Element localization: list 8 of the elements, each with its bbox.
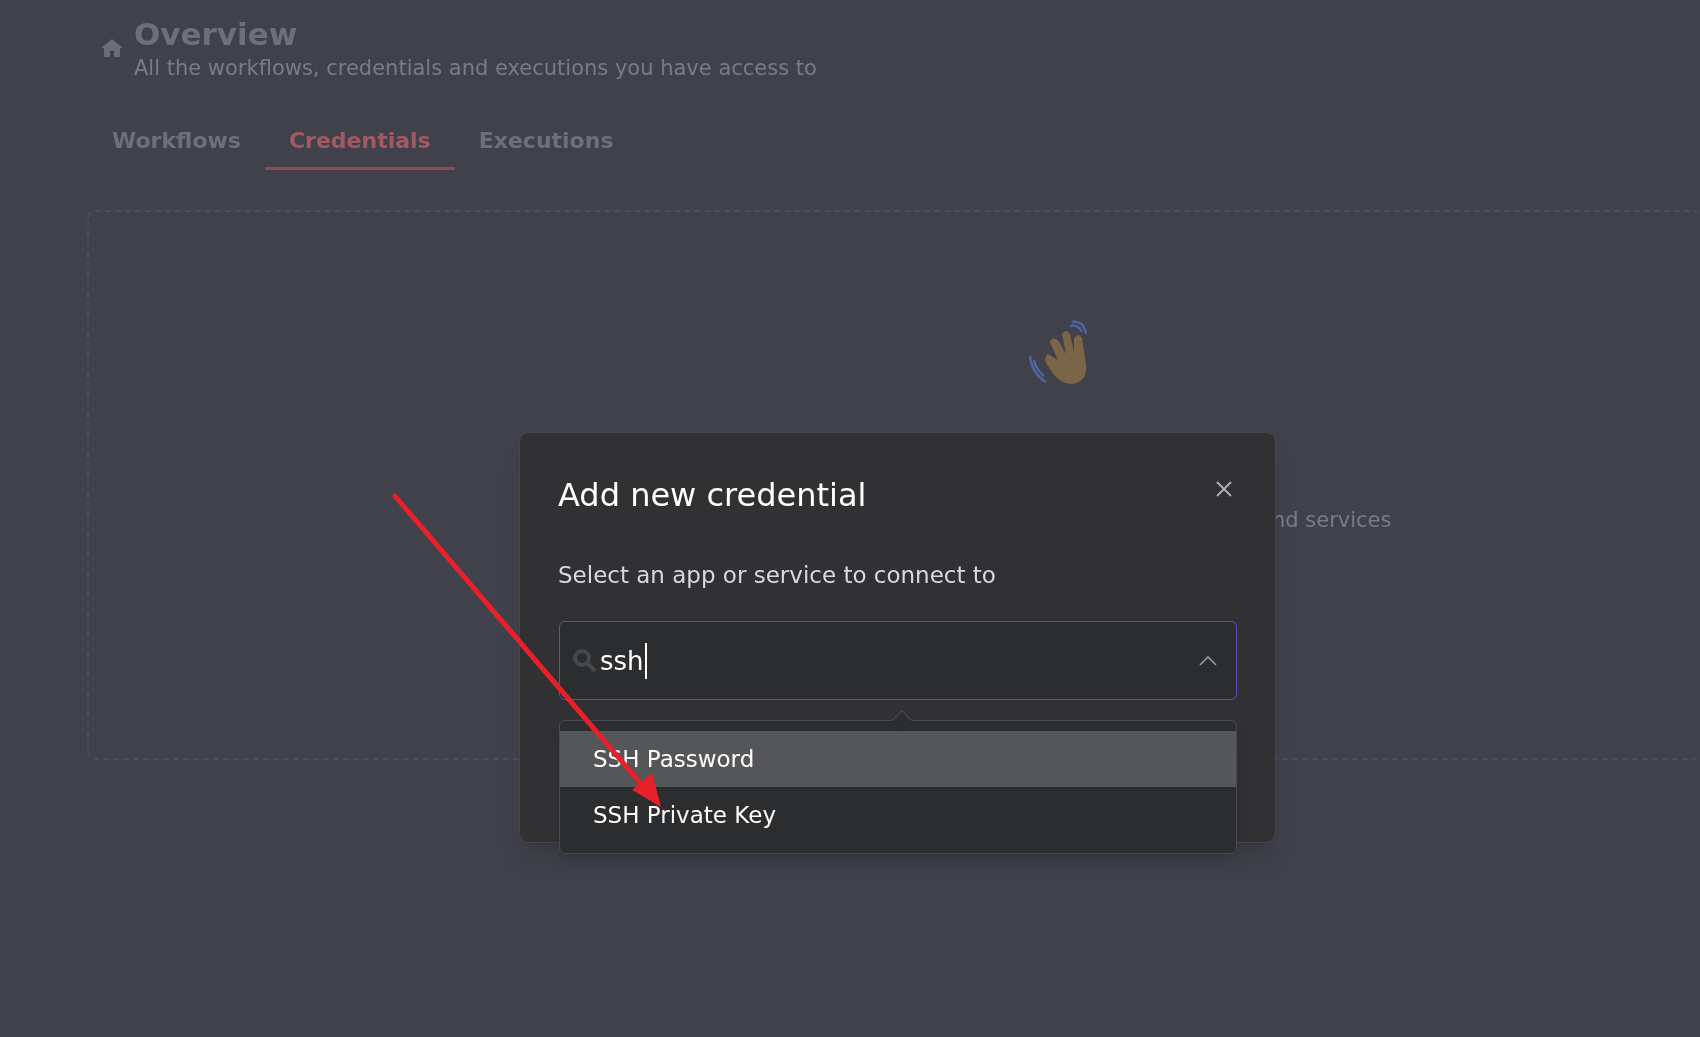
dialog-title: Add new credential [558, 475, 867, 516]
search-icon [572, 647, 598, 674]
home-icon [100, 38, 124, 58]
search-field[interactable]: ssh [559, 621, 1237, 700]
page-subtitle: All the workflows, credentials and executions you have access to [134, 55, 817, 82]
dialog-prompt: Select an app or service to connect to [558, 561, 996, 590]
close-icon [1215, 480, 1233, 498]
dropdown-option[interactable]: SSH Private Key [560, 787, 1236, 843]
